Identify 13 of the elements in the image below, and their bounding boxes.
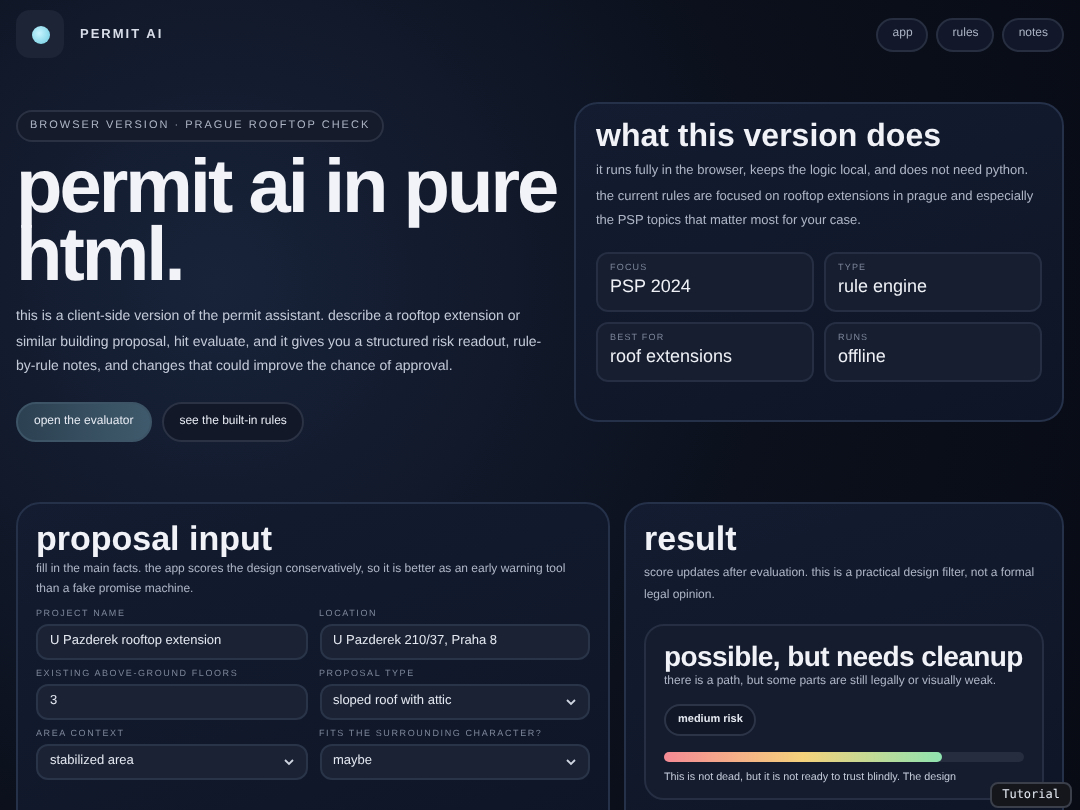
fact-value: PSP 2024 xyxy=(610,275,693,295)
card-title: proposal input xyxy=(36,519,275,557)
verdict-title: possible, but needs cleanup xyxy=(664,639,1024,671)
logo-icon xyxy=(16,10,64,58)
fact-value: rule engine xyxy=(838,275,930,295)
card-title: result xyxy=(644,519,739,559)
chevron-down-icon xyxy=(566,757,576,765)
fact-value: offline xyxy=(838,345,888,365)
chevron-down-icon xyxy=(283,757,293,765)
fact-value: roof extensions xyxy=(610,345,735,365)
chevron-down-icon xyxy=(566,697,576,705)
card-title: what this version does xyxy=(596,120,943,156)
page-title: permit ai in pure html. xyxy=(16,154,559,290)
